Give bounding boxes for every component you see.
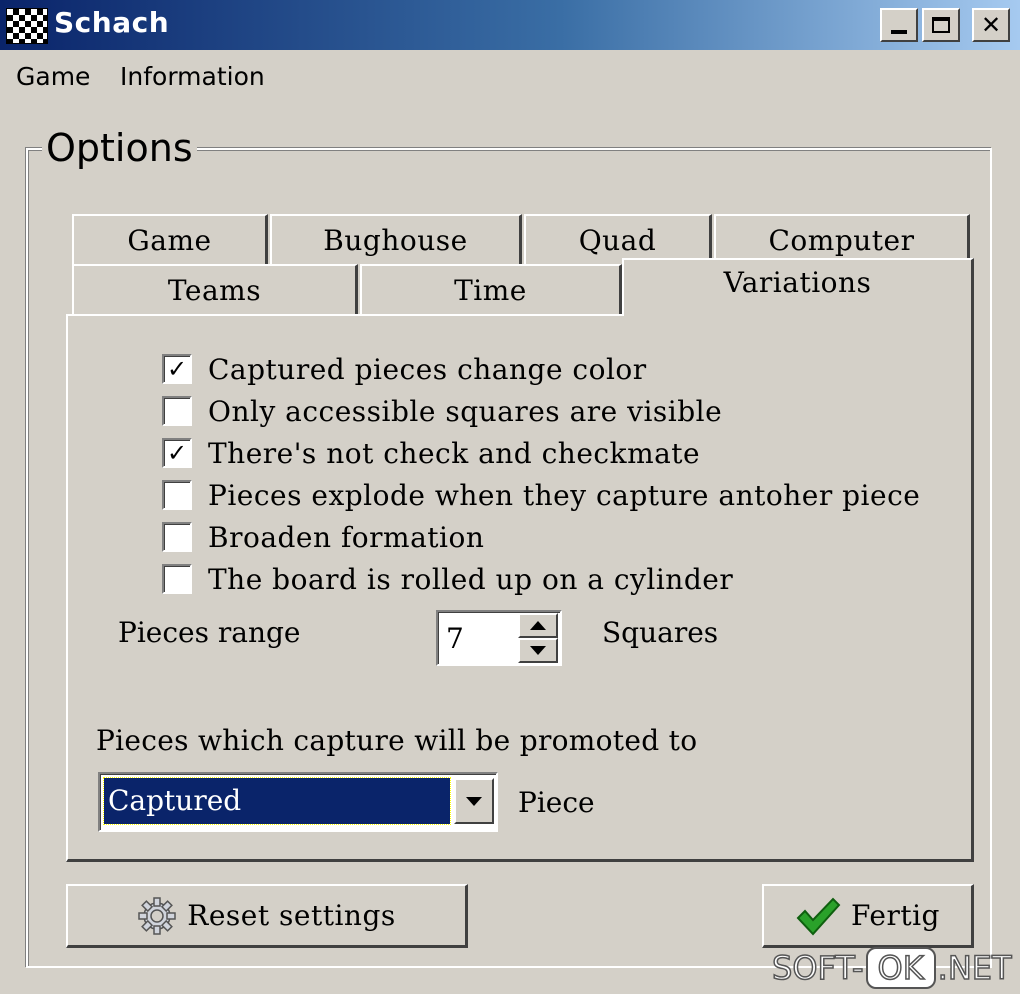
menu-information[interactable]: Information — [120, 62, 265, 91]
close-button[interactable]: ✕ — [972, 8, 1010, 42]
arrow-up-icon — [530, 621, 546, 630]
spin-up-button[interactable] — [518, 613, 558, 638]
check-icon: ✓ — [166, 355, 188, 383]
tab-teams[interactable]: Teams — [72, 264, 358, 314]
checkbox[interactable] — [162, 480, 192, 510]
tab-game[interactable]: Game — [72, 214, 268, 264]
piece-unit-label: Piece — [518, 786, 595, 819]
option-pieces-explode[interactable]: Pieces explode when they capture antoher… — [162, 478, 920, 512]
fertig-button[interactable]: Fertig — [762, 884, 974, 948]
checkbox[interactable] — [162, 564, 192, 594]
checkmark-icon — [795, 896, 841, 936]
option-no-check-checkmate[interactable]: ✓ There's not check and checkmate — [162, 436, 700, 470]
option-board-cylinder[interactable]: The board is rolled up on a cylinder — [162, 562, 733, 596]
option-captured-change-color[interactable]: ✓ Captured pieces change color — [162, 352, 647, 386]
checkbox[interactable]: ✓ — [162, 354, 192, 384]
title-bar: Schach ✕ — [0, 0, 1020, 50]
minimize-icon — [891, 30, 907, 34]
promote-dropdown[interactable]: Captured — [98, 772, 498, 832]
tab-bughouse[interactable]: Bughouse — [270, 214, 522, 264]
checkbox[interactable] — [162, 522, 192, 552]
option-label: Captured pieces change color — [208, 352, 647, 386]
minimize-button[interactable] — [880, 8, 918, 42]
tab-quad[interactable]: Quad — [524, 214, 712, 264]
tab-time[interactable]: Time — [360, 264, 622, 314]
check-icon: ✓ — [166, 439, 188, 467]
maximize-button[interactable] — [922, 8, 960, 42]
option-label: The board is rolled up on a cylinder — [208, 562, 734, 596]
gear-icon — [137, 896, 177, 936]
pieces-range-spinner[interactable]: 7 — [436, 610, 562, 666]
checkbox[interactable] — [162, 396, 192, 426]
menu-game[interactable]: Game — [16, 62, 90, 91]
option-label: Pieces explode when they capture antoher… — [208, 478, 920, 512]
options-group-title: Options — [42, 126, 197, 170]
fertig-label: Fertig — [851, 899, 940, 932]
maximize-icon — [932, 17, 950, 33]
promote-label: Pieces which capture will be promoted to — [96, 724, 698, 757]
option-label: Broaden formation — [208, 520, 485, 554]
variations-panel: ✓ Captured pieces change color Only acce… — [66, 314, 974, 862]
promote-selected-value[interactable]: Captured — [103, 777, 451, 825]
checkbox[interactable]: ✓ — [162, 438, 192, 468]
arrow-down-icon — [530, 646, 546, 655]
window-title: Schach — [54, 6, 170, 39]
chevron-down-icon — [466, 796, 482, 806]
close-icon: ✕ — [980, 11, 1002, 39]
chessboard-app-icon — [6, 8, 48, 44]
tab-computer[interactable]: Computer — [714, 214, 970, 264]
menu-bar: Game Information — [0, 56, 1020, 98]
watermark-right: .NET — [937, 948, 1012, 988]
pieces-range-value[interactable]: 7 — [446, 622, 464, 655]
option-label: Only accessible squares are visible — [208, 394, 723, 428]
tab-variations[interactable]: Variations — [622, 258, 974, 316]
dropdown-button[interactable] — [454, 778, 494, 824]
option-accessible-squares-visible[interactable]: Only accessible squares are visible — [162, 394, 722, 428]
option-broaden-formation[interactable]: Broaden formation — [162, 520, 484, 554]
reset-settings-button[interactable]: Reset settings — [66, 884, 468, 948]
spin-down-button[interactable] — [518, 638, 558, 663]
pieces-range-label: Pieces range — [118, 616, 301, 649]
watermark-left: SOFT- — [771, 948, 864, 988]
option-label: There's not check and checkmate — [208, 436, 701, 470]
watermark-box: OK — [865, 947, 936, 989]
reset-settings-label: Reset settings — [187, 899, 396, 932]
watermark: SOFT- OK .NET — [771, 944, 1012, 992]
squares-unit-label: Squares — [602, 616, 719, 649]
